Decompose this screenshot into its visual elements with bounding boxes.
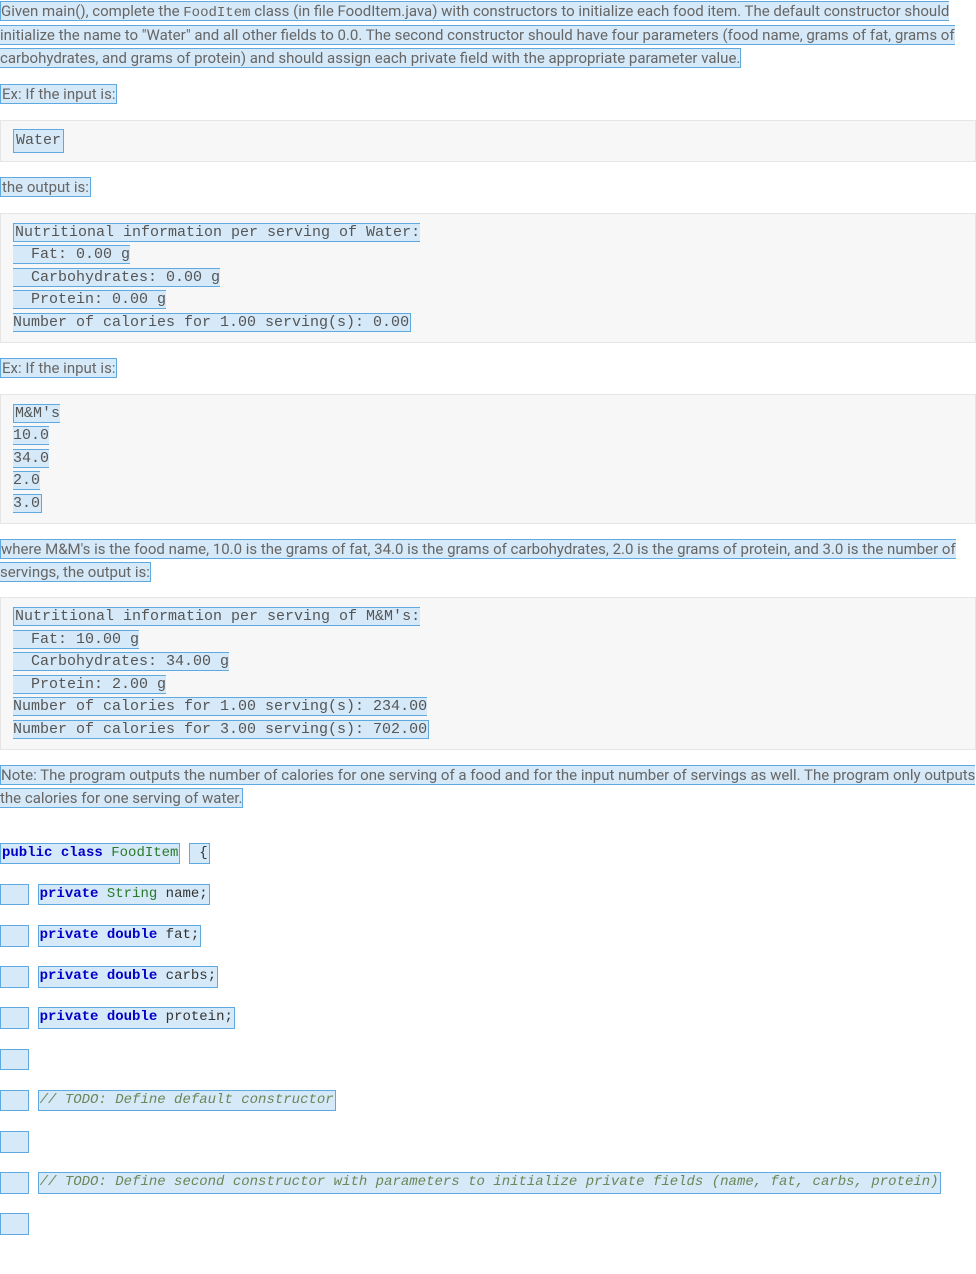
java-line-3: private double fat;: [0, 925, 976, 947]
example1-output-block: Nutritional information per serving of W…: [0, 213, 976, 344]
example1-label: Ex: If the input is:: [0, 83, 976, 106]
example2-explanation: where M&M's is the food name, 10.0 is th…: [0, 538, 976, 583]
output-label-1: the output is:: [0, 176, 976, 199]
example2-output-text: Nutritional information per serving of M…: [13, 607, 429, 739]
example1-input-block: Water: [0, 120, 976, 163]
java-line-9: // TODO: Define second constructor with …: [0, 1172, 976, 1194]
example1-input-text: Water: [13, 129, 64, 154]
example2-input-text: M&M's 10.0 34.0 2.0 3.0: [13, 404, 60, 513]
java-line-4: private double carbs;: [0, 966, 976, 988]
java-line-5: private double protein;: [0, 1007, 976, 1029]
java-line-8: [0, 1131, 976, 1153]
java-line-2: private String name;: [0, 884, 976, 906]
example1-output-text: Nutritional information per serving of W…: [13, 223, 420, 332]
note-paragraph: Note: The program outputs the number of …: [0, 764, 976, 809]
java-line-7: // TODO: Define default constructor: [0, 1090, 976, 1112]
example2-output-block: Nutritional information per serving of M…: [0, 597, 976, 750]
java-line-10: [0, 1213, 976, 1235]
java-line-1: public class FoodItem {: [0, 843, 976, 865]
example2-input-block: M&M's 10.0 34.0 2.0 3.0: [0, 394, 976, 525]
example2-label: Ex: If the input is:: [0, 357, 976, 380]
java-code-block: public class FoodItem { private String n…: [0, 823, 976, 1274]
java-line-6: [0, 1049, 976, 1071]
inline-code-fooditem: FoodItem: [183, 5, 250, 21]
intro-paragraph: Given main(), complete the FoodItem clas…: [0, 0, 976, 69]
